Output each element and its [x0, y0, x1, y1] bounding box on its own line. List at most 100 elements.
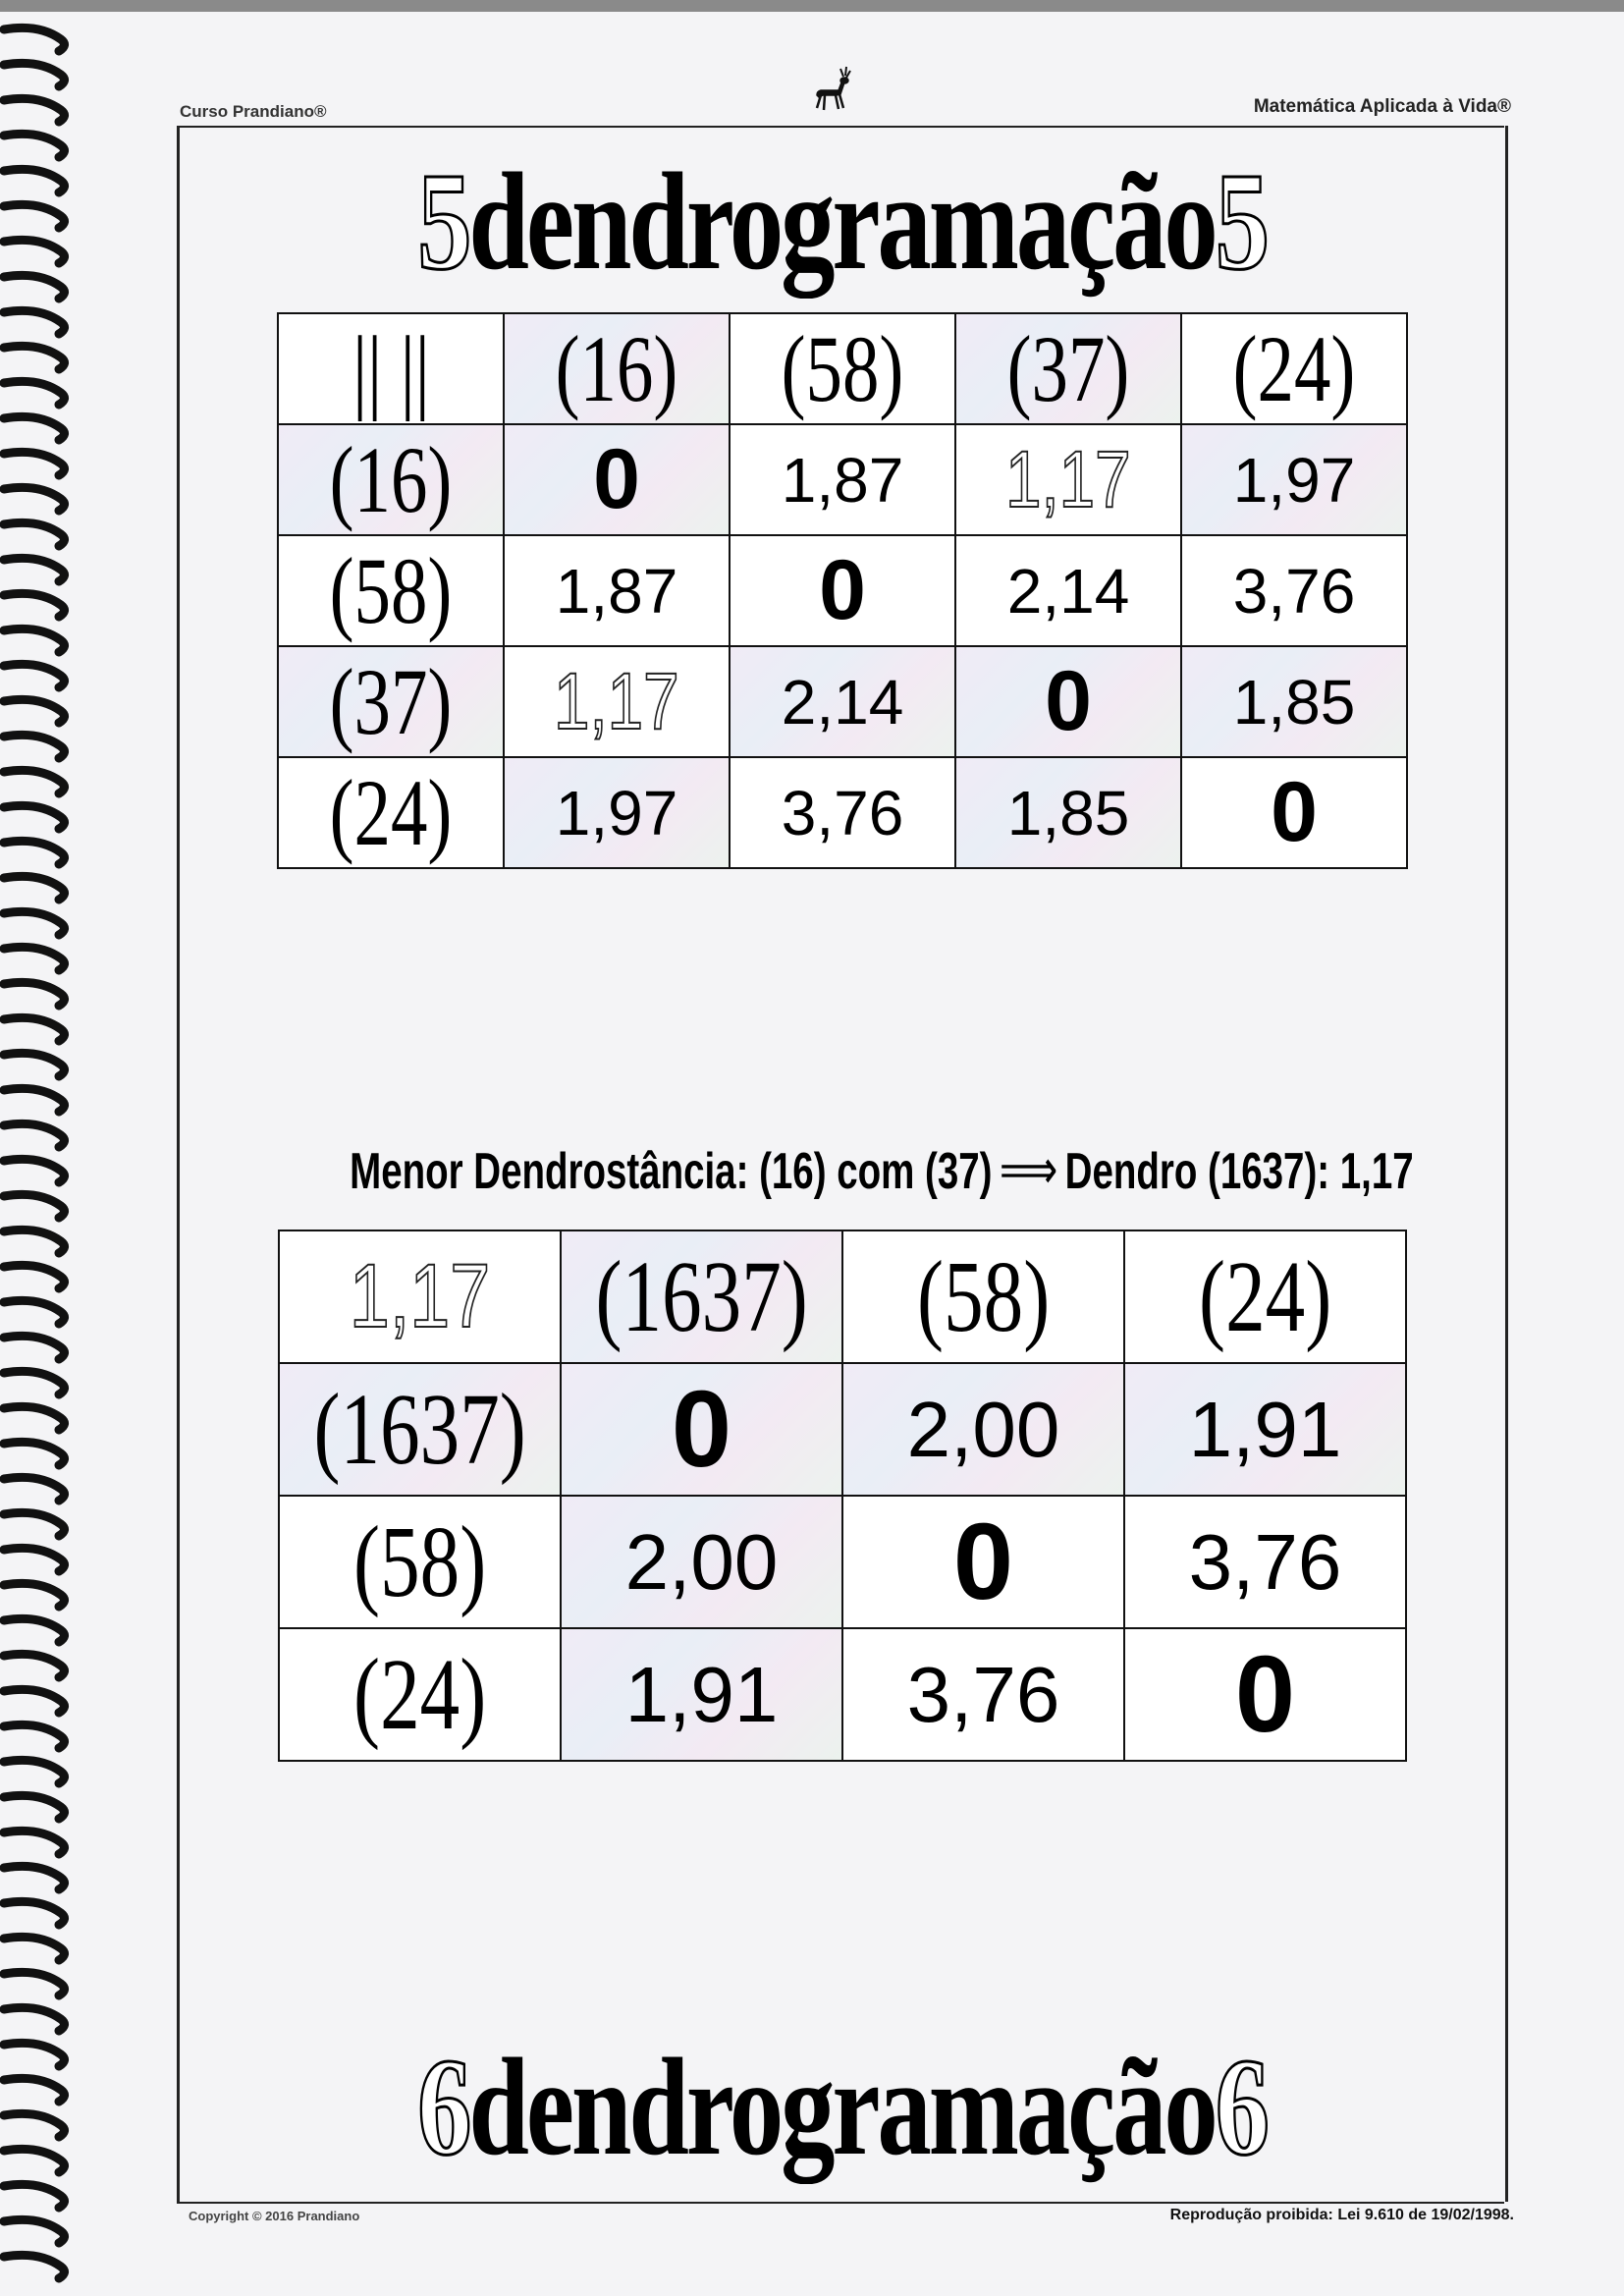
matrix-cell: 1,91	[560, 1627, 843, 1762]
column-header: (24)	[1123, 1230, 1407, 1364]
spiral-coil	[0, 447, 69, 480]
table-row: (1637) 0 2,00 1,91	[278, 1362, 1407, 1497]
matrix-corner-cell: || ||	[277, 312, 505, 425]
matrix-cell: 0	[954, 645, 1182, 758]
table-row: (37) 1,17 2,14 0 1,85	[277, 645, 1408, 758]
spiral-coil	[0, 1613, 69, 1647]
spiral-coil	[0, 765, 69, 798]
spiral-coil	[0, 2038, 69, 2071]
spiral-coil	[0, 977, 69, 1011]
spiral-coil	[0, 1119, 69, 1152]
title-bottom-suffix: 6	[1214, 2029, 1271, 2184]
page-title-bottom: 6dendrogramação6	[323, 2032, 1361, 2182]
matrix-cell: 1,87	[503, 534, 731, 647]
spiral-coil	[0, 341, 69, 374]
matrix-corner-cell: 1,17	[278, 1230, 562, 1364]
matrix-cell: 0	[1123, 1627, 1407, 1762]
spiral-coil	[0, 1366, 69, 1399]
spiral-coil	[0, 624, 69, 657]
row-header: (58)	[277, 534, 505, 647]
header-course-name: Curso Prandiano®	[180, 102, 327, 121]
spiral-coil	[0, 305, 69, 339]
spiral-coil	[0, 518, 69, 551]
page-title-top: 5dendrogramação5	[323, 146, 1361, 297]
spiral-coil	[0, 1225, 69, 1258]
spiral-coil	[0, 1507, 69, 1541]
spiral-coil	[0, 942, 69, 975]
spiral-coil	[0, 871, 69, 904]
row-header: (37)	[277, 645, 505, 758]
spiral-coil	[0, 2179, 69, 2213]
spiral-coil	[0, 164, 69, 197]
matrix-cell: 2,00	[560, 1495, 843, 1629]
distance-matrix-3x3: 1,17 (1637) (58) (24) (1637) 0 2,00 1,91…	[278, 1230, 1407, 1762]
spiral-coil	[0, 2108, 69, 2142]
spiral-coil	[0, 1331, 69, 1364]
title-top-suffix: 5	[1214, 143, 1271, 299]
spiral-coil	[0, 1755, 69, 1788]
spiral-coil	[0, 1790, 69, 1824]
column-header: (37)	[954, 312, 1182, 425]
spiral-coil	[0, 2144, 69, 2177]
table-row: (24) 1,97 3,76 1,85 0	[277, 756, 1408, 869]
spiral-coil	[0, 1048, 69, 1081]
spiral-coil	[0, 1720, 69, 1753]
matrix-cell-minimum: 1,17	[503, 645, 731, 758]
spiral-coil	[0, 659, 69, 692]
spiral-coil	[0, 2250, 69, 2283]
spiral-coil	[0, 1083, 69, 1117]
title-bottom-prefix: 6	[416, 2029, 473, 2184]
table-row: (24) 1,91 3,76 0	[278, 1627, 1407, 1762]
spiral-coil	[0, 1896, 69, 1930]
spiral-coil	[0, 730, 69, 763]
spiral-coil	[0, 129, 69, 162]
matrix-cell: 0	[841, 1495, 1125, 1629]
matrix-cell: 0	[1180, 756, 1408, 869]
matrix-cell: 2,14	[729, 645, 956, 758]
spiral-coil	[0, 1684, 69, 1718]
statement-result: Dendro (1637): 1,17	[1064, 1143, 1414, 1200]
deer-logo-icon	[815, 66, 851, 111]
spiral-coil	[0, 58, 69, 91]
matrix-cell: 1,97	[1180, 423, 1408, 536]
spiral-coil	[0, 1295, 69, 1329]
spiral-coil	[0, 199, 69, 233]
column-header: (58)	[841, 1230, 1125, 1364]
spiral-coil	[0, 1401, 69, 1435]
matrix-cell: 2,00	[841, 1362, 1125, 1497]
implies-arrow-icon: ⟹	[999, 1138, 1058, 1200]
spiral-coil	[0, 836, 69, 869]
spiral-coil	[0, 1578, 69, 1612]
spiral-coil	[0, 1260, 69, 1293]
distance-matrix-4x4: || || (16) (58) (37) (24) (16) 0 1,87 1,…	[277, 312, 1408, 869]
spiral-coil	[0, 1472, 69, 1505]
spiral-binding	[0, 23, 69, 2283]
spiral-coil	[0, 2214, 69, 2248]
matrix-cell: 0	[503, 423, 731, 536]
spiral-coil	[0, 235, 69, 268]
spiral-coil	[0, 1861, 69, 1894]
matrix-cell: 3,76	[1180, 534, 1408, 647]
row-header: (58)	[278, 1495, 562, 1629]
row-header: (1637)	[278, 1362, 562, 1497]
statement-pair: Menor Dendrostância: (16) com (37)	[350, 1143, 993, 1200]
spiral-coil	[0, 800, 69, 834]
footer-rule	[177, 2202, 1504, 2204]
spiral-coil	[0, 1012, 69, 1046]
header-rule	[177, 126, 1504, 128]
spiral-coil	[0, 1154, 69, 1187]
title-top-word: dendrogramação	[468, 143, 1218, 299]
column-header: (24)	[1180, 312, 1408, 425]
table-row-header: 1,17 (1637) (58) (24)	[278, 1230, 1407, 1364]
title-top-prefix: 5	[416, 143, 473, 299]
table-row: (58) 2,00 0 3,76	[278, 1495, 1407, 1629]
spiral-coil	[0, 1932, 69, 1965]
table-row-header: || || (16) (58) (37) (24)	[277, 312, 1408, 425]
spiral-coil	[0, 1189, 69, 1223]
matrix-cell-minimum: 1,17	[954, 423, 1182, 536]
row-header: (16)	[277, 423, 505, 536]
matrix-cell: 1,85	[954, 756, 1182, 869]
matrix-cell: 1,91	[1123, 1362, 1407, 1497]
header-subject: Matemática Aplicada à Vida®	[1253, 96, 1511, 117]
table-row: (58) 1,87 0 2,14 3,76	[277, 534, 1408, 647]
